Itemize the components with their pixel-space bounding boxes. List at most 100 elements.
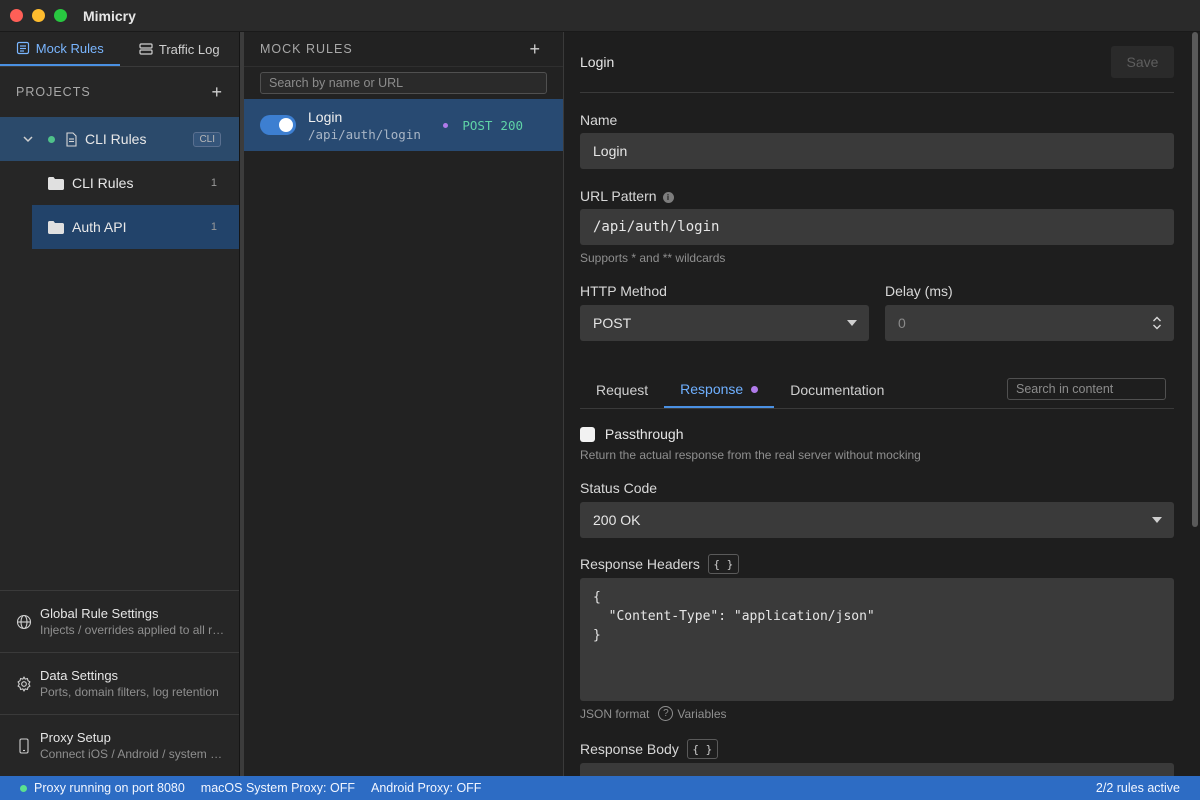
- tab-traffic-log[interactable]: Traffic Log: [120, 32, 240, 66]
- projects-heading: PROJECTS: [16, 85, 91, 99]
- tab-response[interactable]: Response: [664, 372, 775, 408]
- title-bar: Mimicry: [0, 0, 1200, 32]
- delay-input[interactable]: 0: [885, 305, 1174, 341]
- name-field[interactable]: Login: [580, 133, 1174, 169]
- tab-request[interactable]: Request: [580, 372, 664, 408]
- proxy-setup-item[interactable]: Proxy Setup Connect iOS / Android / syst…: [0, 714, 239, 776]
- sidebar: Mock Rules Traffic Log PROJECTS + CLI Ru…: [0, 32, 240, 776]
- format-json-button[interactable]: { }: [686, 739, 718, 759]
- sidebar-settings: Global Rule Settings Injects / overrides…: [0, 590, 239, 776]
- folder-name: Auth API: [72, 219, 127, 235]
- phone-icon: [19, 737, 29, 754]
- folder-icon: [48, 176, 64, 190]
- url-pattern-hint: Supports * and ** wildcards: [580, 251, 726, 265]
- status-code-select[interactable]: 200 OK: [580, 502, 1174, 538]
- data-settings-subtitle: Ports, domain filters, log retention: [40, 685, 219, 699]
- rule-name: Login: [308, 108, 343, 125]
- status-bar: Proxy running on port 8080 macOS System …: [0, 776, 1200, 800]
- editor-content: Login Save Name Login URL Pattern i /api/…: [580, 32, 1174, 776]
- folder-item-auth-api[interactable]: Auth API 1: [32, 205, 239, 249]
- proxy-status-text: Proxy running on port 8080: [34, 781, 185, 795]
- help-icon[interactable]: ?: [658, 706, 674, 722]
- list-icon: [16, 41, 29, 55]
- globe-icon: [16, 614, 32, 629]
- name-label: Name: [580, 112, 618, 128]
- global-rule-settings-text: Global Rule Settings Injects / overrides…: [40, 606, 225, 637]
- maximize-window-button[interactable]: [54, 9, 67, 22]
- stepper-icon[interactable]: [1152, 315, 1162, 331]
- folder-count: 1: [210, 177, 217, 189]
- sidebar-tabs: Mock Rules Traffic Log: [0, 32, 239, 67]
- tab-mock-rules-label: Mock Rules: [35, 40, 104, 56]
- add-rule-button[interactable]: +: [529, 39, 541, 60]
- dropdown-arrow-icon: [847, 320, 857, 326]
- rule-search-input[interactable]: Search by name or URL: [260, 72, 547, 94]
- headers-footer: JSON format? Variables: [580, 706, 727, 722]
- rule-status-code: 200: [500, 117, 523, 133]
- folder-count: 1: [210, 221, 217, 233]
- delay-placeholder: 0: [898, 315, 906, 331]
- close-window-button[interactable]: [10, 9, 23, 22]
- tab-documentation[interactable]: Documentation: [774, 372, 900, 408]
- rule-url: /api/auth/login: [308, 126, 421, 142]
- proxy-setup-subtitle: Connect iOS / Android / system proxy: [40, 747, 225, 761]
- proxy-setup-text: Proxy Setup Connect iOS / Android / syst…: [40, 730, 225, 761]
- server-icon: [139, 43, 153, 55]
- projects-header: PROJECTS +: [0, 67, 239, 117]
- response-headers-editor[interactable]: { "Content-Type": "application/json" }: [580, 578, 1174, 701]
- response-body-label: Response Body: [580, 741, 679, 757]
- format-json-button[interactable]: { }: [707, 554, 739, 574]
- folder-icon: [48, 220, 64, 234]
- chevron-down-icon[interactable]: [22, 133, 34, 145]
- editor-scrollbar[interactable]: [1192, 32, 1198, 527]
- gear-icon: [17, 675, 31, 692]
- folder-item-cli-rules[interactable]: CLI Rules 1: [0, 161, 239, 205]
- info-icon[interactable]: i: [662, 191, 674, 203]
- tab-mock-rules[interactable]: Mock Rules: [0, 32, 120, 66]
- tab-response-label: Response: [680, 381, 744, 397]
- data-settings-item[interactable]: Data Settings Ports, domain filters, log…: [0, 652, 239, 714]
- passthrough-label: Passthrough: [604, 426, 684, 443]
- http-method-select[interactable]: POST: [580, 305, 869, 341]
- data-settings-text: Data Settings Ports, domain filters, log…: [40, 668, 225, 699]
- android-proxy-status[interactable]: Android Proxy: OFF: [371, 781, 481, 795]
- folder-name: CLI Rules: [72, 175, 134, 191]
- response-headers-label-row: Response Headers { }: [580, 554, 739, 574]
- response-body-label-row: Response Body { }: [580, 739, 718, 759]
- mock-rules-header: MOCK RULES +: [244, 32, 563, 67]
- rule-enabled-toggle[interactable]: [260, 115, 296, 135]
- app-title: Mimicry: [83, 7, 136, 24]
- modified-indicator-dot: [751, 385, 759, 393]
- minimize-window-button[interactable]: [32, 9, 45, 22]
- project-name: CLI Rules: [85, 131, 147, 147]
- rules-active-count: 2/2 rules active: [1095, 781, 1180, 795]
- url-pattern-field[interactable]: /api/auth/login: [580, 209, 1174, 245]
- add-project-button[interactable]: +: [211, 82, 223, 103]
- global-rule-settings-item[interactable]: Global Rule Settings Injects / overrides…: [0, 590, 239, 652]
- http-method-value: POST: [593, 315, 632, 331]
- global-rule-settings-subtitle: Injects / overrides applied to all rules: [40, 623, 225, 637]
- status-code-label: Status Code: [580, 480, 658, 496]
- editor-title: Login: [580, 54, 615, 70]
- project-status-dot: [48, 135, 55, 143]
- rule-item-login[interactable]: Login /api/auth/login POST 200: [244, 99, 563, 151]
- save-button[interactable]: Save: [1111, 46, 1174, 78]
- passthrough-checkbox[interactable]: [580, 426, 595, 442]
- response-body-editor[interactable]: {: [580, 763, 1174, 776]
- response-headers-label: Response Headers: [580, 556, 700, 572]
- window-controls: [10, 9, 67, 22]
- rule-editor: Login Save Name Login URL Pattern i /api/…: [564, 32, 1200, 776]
- variables-link[interactable]: Variables: [677, 707, 726, 721]
- url-pattern-label-row: URL Pattern i: [580, 188, 674, 204]
- status-code-value: 200 OK: [593, 512, 641, 528]
- url-pattern-label: URL Pattern: [580, 188, 657, 204]
- editor-header: Login Save: [580, 32, 1174, 93]
- project-item-cli-rules[interactable]: CLI Rules CLI: [0, 117, 239, 161]
- passthrough-row: Passthrough: [580, 425, 684, 442]
- mock-rules-panel: MOCK RULES + Search by name or URL Login…: [244, 32, 564, 776]
- passthrough-hint: Return the actual response from the real…: [580, 448, 921, 462]
- proxy-setup-title: Proxy Setup: [40, 730, 111, 745]
- project-badge: CLI: [193, 131, 221, 147]
- content-search-input[interactable]: Search in content: [1007, 378, 1166, 400]
- macos-proxy-status[interactable]: macOS System Proxy: OFF: [201, 781, 355, 795]
